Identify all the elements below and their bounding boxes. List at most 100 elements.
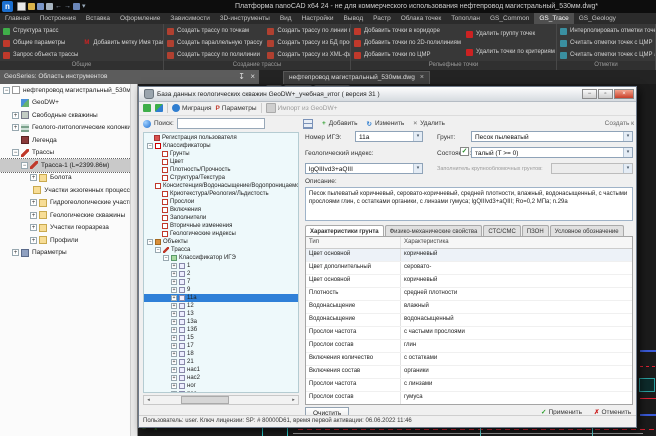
ribbon-item-создать-трассу-из-xml-файла[interactable]: Создать трассу из XML-файла — [267, 50, 351, 61]
tree-item-консистенция-водонасыщение-водопроницаемость[interactable]: Консистенция/Водонасыщение/Водопроницаем… — [144, 182, 298, 190]
ribbon-tab-настройки[interactable]: Настройки — [297, 13, 339, 24]
table-row[interactable]: Цвет основнойкоричневый — [306, 249, 632, 262]
scroll-thumb[interactable] — [181, 396, 229, 404]
geo-index-combobox[interactable]: lgQIIIvd3+aQIII▾ — [305, 163, 423, 174]
redo-icon[interactable]: → — [64, 0, 71, 13]
ribbon-item-создать-трассу-по-точкам[interactable]: Создать трассу по точкам — [167, 26, 262, 37]
ribbon-tab-облака-точек[interactable]: Облака точек — [396, 13, 447, 24]
table-row[interactable]: Прослои частотас линзами — [306, 379, 632, 392]
expand-icon[interactable]: + — [30, 224, 37, 231]
expand-icon[interactable]: + — [12, 124, 19, 131]
new-file-icon[interactable] — [17, 2, 26, 11]
tree-item-включения[interactable]: Включения — [144, 206, 298, 214]
tree-item-нефтепровод-магистральный-530мм[interactable]: −нефтепровод магистральный_530мм — [0, 84, 137, 97]
tree-item-болота[interactable]: +Болота — [0, 172, 137, 185]
collapse-icon[interactable]: − — [12, 149, 19, 156]
expand-icon[interactable]: + — [30, 199, 37, 206]
table-row[interactable]: Водонасыщениеводонасыщенный — [306, 314, 632, 327]
tree-item-геологические-индексы[interactable]: Геологические индексы — [144, 230, 298, 238]
filler-combobox[interactable]: ▾ — [551, 163, 633, 174]
tree-item-участки-экзогенных-процессов[interactable]: Участки экзогенных процессов — [0, 184, 137, 197]
plot-icon[interactable] — [73, 3, 80, 10]
tree-item-нас2[interactable]: +нас2 — [144, 374, 298, 382]
ige-number-combobox[interactable]: 11а▾ — [355, 131, 423, 142]
collapse-icon[interactable]: − — [147, 239, 153, 245]
tree-item-профили[interactable]: +Профили — [0, 234, 137, 247]
expand-icon[interactable]: + — [171, 359, 177, 365]
undo-icon[interactable]: ← — [55, 0, 62, 13]
expand-icon[interactable]: + — [171, 335, 177, 341]
tree-item-17[interactable]: +17 — [144, 342, 298, 350]
ribbon-item-общие-параметры[interactable]: Общие параметры — [3, 38, 78, 49]
expand-icon[interactable]: + — [30, 212, 37, 219]
state-checkbox[interactable]: ✓ — [460, 147, 469, 156]
ribbon-item-создать-параллельную-трассу[interactable]: Создать параллельную трассу — [167, 38, 262, 49]
tree-item-15[interactable]: +15 — [144, 334, 298, 342]
tree-item-2[interactable]: +2 — [144, 270, 298, 278]
ribbon-tab-вставка[interactable]: Вставка — [81, 13, 115, 24]
tree-item-вторичные-изменения[interactable]: Вторичные изменения — [144, 222, 298, 230]
tree-item-объекты[interactable]: −Объекты — [144, 238, 298, 246]
ribbon-item-считать-отметки-точек-с-цмр[interactable]: Считать отметки точек с ЦМР — [560, 38, 656, 49]
table-row[interactable]: Включения количествос остатками — [306, 353, 632, 366]
expand-icon[interactable]: + — [171, 383, 177, 389]
ribbon-item-интерполировать-отметки-точек[interactable]: Интерполировать отметки точек — [560, 26, 656, 37]
dialog-titlebar[interactable]: База данных геологических скважин GeoDW+… — [139, 87, 636, 102]
ribbon-item-структура-трасс[interactable]: Структура трасс — [3, 26, 78, 37]
description-box[interactable]: Песок пылеватый коричневый, серовато-кор… — [305, 187, 633, 221]
table-icon[interactable] — [303, 119, 313, 129]
ribbon-item-удалить-точки-по-критериям[interactable]: Удалить точки по критериям — [466, 47, 555, 58]
tree-item-грунты[interactable]: Грунты — [144, 150, 298, 158]
expand-icon[interactable]: + — [171, 295, 177, 301]
ribbon-item-добавить-точки-по-цмр[interactable]: Добавить точки по ЦМР — [354, 50, 461, 61]
db-sync-icon[interactable] — [155, 104, 163, 112]
add-record-button[interactable]: + Добавить — [322, 120, 358, 127]
print-icon[interactable] — [46, 3, 53, 10]
expand-icon[interactable]: + — [171, 271, 177, 277]
expand-icon[interactable]: + — [171, 351, 177, 357]
tree-hscrollbar[interactable]: ◂ ▸ — [143, 395, 299, 405]
ribbon-item-создать-трассу-по-линии-профиля[interactable]: Создать трассу по линии профиля — [267, 26, 351, 37]
expand-icon[interactable]: + — [30, 237, 37, 244]
collapse-icon[interactable]: − — [155, 247, 161, 253]
collapse-icon[interactable]: − — [163, 255, 169, 261]
ribbon-tab-вывод[interactable]: Вывод — [338, 13, 368, 24]
tree-item-18[interactable]: +18 — [144, 350, 298, 358]
pin-icon[interactable]: ↧ — [238, 70, 245, 84]
tree-item-прослои[interactable]: Прослои — [144, 198, 298, 206]
table-row[interactable]: Плотностьсредней плотности — [306, 288, 632, 301]
tree-item-13[interactable]: +13 — [144, 310, 298, 318]
tree-item-1[interactable]: +1 — [144, 262, 298, 270]
tree-item-ног[interactable]: +ног — [144, 382, 298, 390]
save-icon[interactable] — [37, 3, 44, 10]
ribbon-item-добавить-точки-по-2d-полилиниям[interactable]: Добавить точки по 2D-полилиниям — [354, 38, 461, 49]
table-row[interactable]: Прослои частотас частыми прослоями — [306, 327, 632, 340]
ribbon-item-считать-отметки-точек-с-цмр-авт[interactable]: Считать отметки точек с ЦМР авт — [560, 50, 656, 61]
table-row[interactable]: Цвет дополнительныйсеровато- — [306, 262, 632, 275]
tree-item-классификатор-игэ[interactable]: −Классификатор ИГЭ — [144, 254, 298, 262]
ribbon-tab-gs-common[interactable]: GS_Common — [485, 13, 534, 24]
palette-scrollbar[interactable] — [130, 84, 137, 436]
tree-item-нас1[interactable]: +нас1 — [144, 366, 298, 374]
expand-icon[interactable]: + — [171, 319, 177, 325]
parameters-button[interactable]: P Параметры — [216, 105, 257, 112]
tree-item-трассы[interactable]: −Трассы — [0, 147, 137, 160]
table-row[interactable]: Прослои составглин — [306, 340, 632, 353]
ribbon-item-добавить-точки-в-коридоре[interactable]: Добавить точки в коридоре — [354, 26, 461, 37]
create-button[interactable]: Создать к — [605, 120, 634, 127]
tree-item-параметры[interactable]: +Параметры — [0, 247, 137, 260]
tree-item-13а[interactable]: +13а — [144, 318, 298, 326]
ribbon-tab-главная[interactable]: Главная — [0, 13, 35, 24]
ribbon-item-добавить-метку-имя-трассы[interactable]: MДобавить метку Имя трассы — [83, 38, 164, 49]
ribbon-item-создать-трассу-из-бд-проекта[interactable]: Создать трассу из БД проекта — [267, 38, 351, 49]
tree-item-заполнители[interactable]: Заполнители — [144, 214, 298, 222]
tree-item-криотекстура-реология-льдистость[interactable]: Криотекстура/Реология/Льдистость — [144, 190, 298, 198]
tree-item-легенда[interactable]: Легенда — [0, 134, 137, 147]
expand-icon[interactable]: + — [171, 391, 177, 393]
table-row[interactable]: Цвет основнойкоричневый — [306, 275, 632, 288]
tree-item-21[interactable]: +21 — [144, 358, 298, 366]
tree-item-геологические-скважины[interactable]: +Геологические скважины — [0, 209, 137, 222]
table-row[interactable]: Водонасыщениевлажный — [306, 301, 632, 314]
table-row[interactable]: Прослои составгумуса — [306, 392, 632, 405]
open-file-icon[interactable] — [28, 3, 35, 10]
